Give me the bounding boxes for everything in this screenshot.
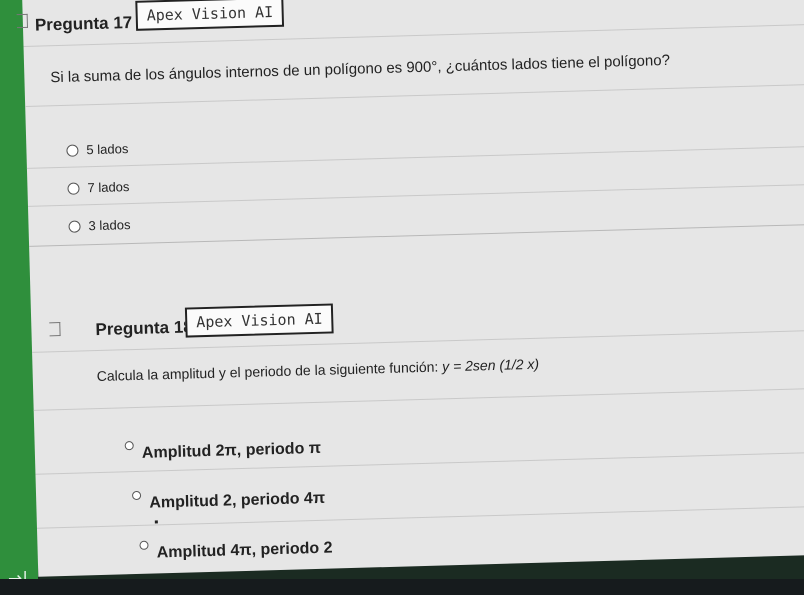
answer-option-amplitud-2pi[interactable]: Amplitud 2π, periodo π (124, 439, 322, 463)
answer-option-amplitud-2[interactable]: Amplitud 2, periodo 4π (131, 489, 326, 513)
mouse-pointer-icon (154, 520, 158, 524)
question-header: Pregunta 17 Apex Vision AI (16, 0, 804, 40)
radio-button[interactable] (68, 219, 81, 233)
quiz-sheet: Pregunta 17 Apex Vision AI Si la suma de… (16, 0, 804, 577)
apex-vision-badge[interactable]: Apex Vision AI (184, 303, 335, 338)
question-card-18: Pregunta 18 Apex Vision AI Calcula la am… (31, 276, 804, 568)
question-text: Si la suma de los ángulos internos de un… (50, 51, 671, 87)
radio-button[interactable] (139, 540, 149, 550)
apex-vision-badge[interactable]: Apex Vision AI (135, 0, 285, 31)
divider (25, 84, 804, 107)
radio-button[interactable] (124, 440, 134, 450)
divider (27, 184, 804, 207)
radio-button[interactable] (67, 181, 80, 195)
option-label: Amplitud 4π, periodo 2 (156, 539, 333, 562)
question-number: Pregunta 18 (95, 317, 193, 340)
screen-bottom-edge (0, 579, 804, 595)
question-card-17: Pregunta 17 Apex Vision AI Si la suma de… (16, 0, 804, 247)
answer-option-amplitud-4pi[interactable]: Amplitud 4π, periodo 2 (139, 539, 333, 563)
option-label: Amplitud 2π, periodo π (141, 439, 322, 462)
divider (26, 146, 804, 169)
bookmark-icon[interactable] (16, 13, 29, 29)
question-header: Pregunta 18 Apex Vision AI (31, 276, 804, 339)
option-label: Amplitud 2, periodo 4π (149, 489, 326, 512)
option-label: 5 lados (86, 141, 129, 158)
bookmark-icon[interactable] (49, 322, 61, 337)
divider (29, 224, 804, 247)
option-label: 7 lados (87, 179, 130, 196)
question-text: Calcula la amplitud y el periodo de la s… (97, 356, 540, 384)
function-formula: y = 2sen (1/2 x) (441, 355, 540, 375)
answer-option-3-lados[interactable]: 3 lados (68, 217, 131, 234)
radio-button[interactable] (131, 490, 142, 500)
option-label: 3 lados (88, 217, 131, 234)
answer-option-7-lados[interactable]: 7 lados (67, 179, 130, 196)
question-number: Pregunta 17 (34, 12, 133, 35)
question-prompt: Calcula la amplitud y el periodo de la s… (96, 358, 439, 385)
answer-option-5-lados[interactable]: 5 lados (66, 141, 129, 158)
divider (33, 388, 804, 411)
radio-button[interactable] (66, 143, 79, 157)
